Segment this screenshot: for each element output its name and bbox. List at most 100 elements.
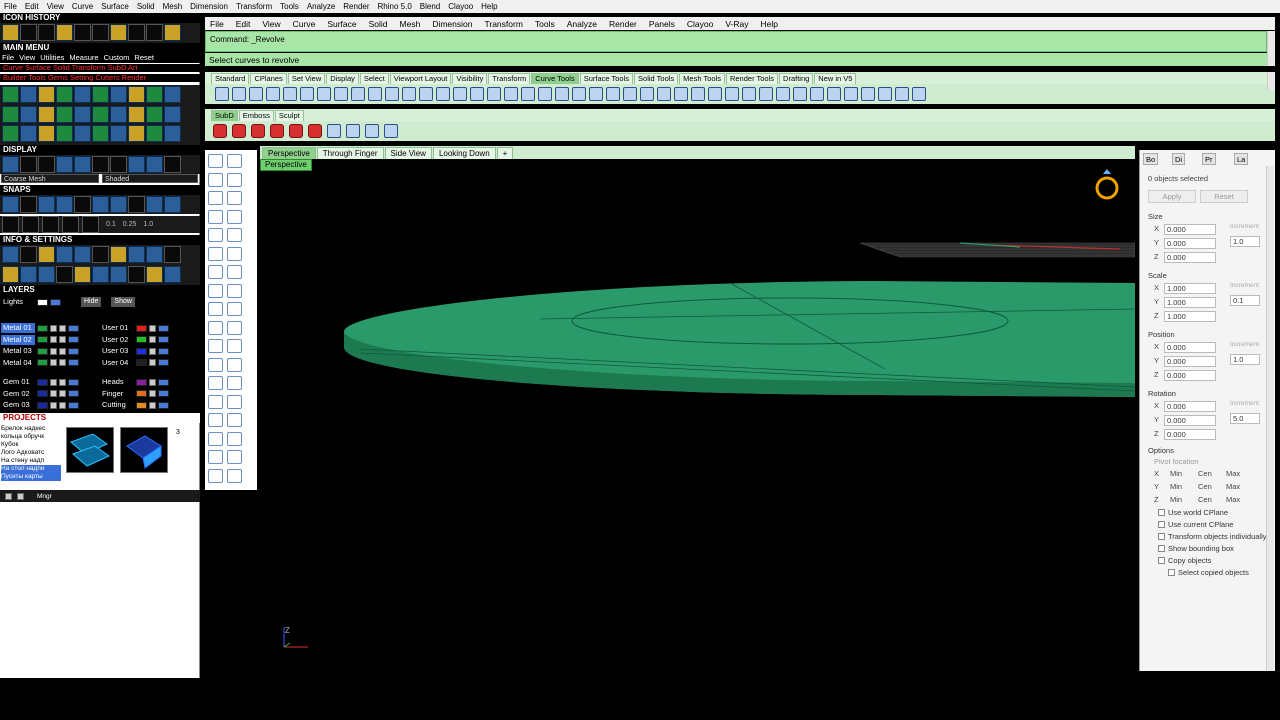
info-tool-icon[interactable] bbox=[146, 265, 163, 283]
main-tool-icon[interactable] bbox=[38, 86, 55, 103]
up-project-icon[interactable] bbox=[17, 492, 24, 500]
left-menu-view[interactable]: View bbox=[19, 53, 35, 63]
option-checkbox[interactable]: Show bounding box bbox=[1158, 544, 1234, 553]
display-mode-right[interactable]: Shaded bbox=[102, 174, 198, 183]
curve-tool-icon[interactable] bbox=[521, 87, 535, 101]
info-tool-icon[interactable] bbox=[110, 265, 127, 283]
snap-tool-icon[interactable] bbox=[38, 196, 55, 213]
tab-set-view[interactable]: Set View bbox=[287, 73, 326, 84]
snap-tool-icon[interactable] bbox=[128, 196, 145, 213]
drawing-tool-icon[interactable] bbox=[208, 209, 223, 224]
snap-value-2[interactable]: 0.25 bbox=[123, 221, 137, 228]
pivot-max-radio[interactable]: Max bbox=[1226, 469, 1240, 478]
tab-standard[interactable]: Standard bbox=[211, 73, 250, 84]
main-tool-icon[interactable] bbox=[92, 86, 109, 103]
curve-tool-icon[interactable] bbox=[232, 87, 246, 101]
display-tool-icon[interactable] bbox=[20, 156, 37, 173]
pivot-min-radio[interactable]: Min bbox=[1170, 469, 1182, 478]
drawing-tool-icon[interactable] bbox=[227, 172, 242, 187]
main-tool-icon[interactable] bbox=[56, 105, 73, 123]
snap-tool-icon[interactable] bbox=[2, 196, 19, 213]
snap-value-3[interactable]: 1.0 bbox=[143, 221, 153, 228]
snap-grid-icon[interactable] bbox=[2, 216, 19, 233]
pivot-cen-radio[interactable]: Cen bbox=[1198, 469, 1212, 478]
drawing-tool-icon[interactable] bbox=[208, 246, 223, 261]
drawing-tool-icon[interactable] bbox=[208, 154, 223, 168]
curve-tool-icon[interactable] bbox=[657, 87, 671, 101]
info-tool-icon[interactable] bbox=[92, 246, 109, 263]
display-tool-icon[interactable] bbox=[110, 156, 127, 173]
layer-color-swatch[interactable] bbox=[37, 390, 48, 397]
layer-row[interactable]: Finger bbox=[100, 389, 169, 399]
pivot-min-radio[interactable]: Min bbox=[1170, 495, 1182, 504]
tab-new-in-v5[interactable]: New in V5 bbox=[814, 73, 857, 84]
menu-surface[interactable]: Surface bbox=[327, 19, 356, 29]
tab-transform[interactable]: Transform bbox=[488, 73, 531, 84]
drawing-tool-icon[interactable] bbox=[227, 246, 242, 261]
main-tool-icon[interactable] bbox=[74, 105, 91, 123]
layer-color-swatch[interactable] bbox=[136, 390, 147, 397]
snap-tool-icon[interactable] bbox=[164, 196, 181, 213]
curve-tool-icon[interactable] bbox=[810, 87, 824, 101]
tab-solid-tools[interactable]: Solid Tools bbox=[634, 73, 679, 84]
drawing-tool-icon[interactable] bbox=[208, 468, 223, 483]
layer-lock-icon[interactable] bbox=[59, 378, 66, 386]
viewport-tab-through-finger[interactable]: Through Finger bbox=[316, 147, 384, 159]
viewport-tab-perspective[interactable]: Perspective bbox=[262, 147, 316, 159]
menu-panels[interactable]: Panels bbox=[649, 19, 675, 29]
layer-visible-icon[interactable] bbox=[149, 336, 156, 343]
option-checkbox[interactable]: Use current CPlane bbox=[1158, 520, 1233, 529]
rotation-y-field[interactable]: 0.000 bbox=[1164, 415, 1216, 426]
layer-name[interactable]: Metal 02 bbox=[1, 334, 35, 345]
subd-tool-icon[interactable] bbox=[384, 124, 398, 138]
info-tool-icon[interactable] bbox=[38, 246, 55, 263]
curve-tool-icon[interactable] bbox=[487, 87, 501, 101]
layer-visible-icon[interactable] bbox=[149, 378, 156, 386]
subd-tool-icon[interactable] bbox=[308, 124, 322, 138]
layer-color-swatch[interactable] bbox=[37, 347, 48, 355]
drawing-tool-icon[interactable] bbox=[227, 302, 242, 316]
layer-name[interactable]: Metal 03 bbox=[1, 346, 35, 356]
layer-lock-icon[interactable] bbox=[59, 401, 66, 409]
main-tool-icon[interactable] bbox=[92, 125, 109, 143]
tab-visibility[interactable]: Visibility bbox=[452, 73, 488, 84]
main-tool-icon[interactable] bbox=[38, 125, 55, 143]
main-tool-icon[interactable] bbox=[2, 125, 19, 143]
curve-tool-icon[interactable] bbox=[555, 87, 569, 101]
layer-row[interactable]: Metal 01 bbox=[1, 323, 79, 333]
viewport-tab-[interactable]: + bbox=[496, 147, 514, 159]
top-menu-edit[interactable]: Edit bbox=[25, 2, 39, 11]
drawing-tool-icon[interactable] bbox=[227, 394, 242, 409]
curve-tool-icon[interactable] bbox=[283, 87, 297, 101]
main-tool-icon[interactable] bbox=[2, 105, 19, 123]
viewport-tab-side-view[interactable]: Side View bbox=[384, 147, 432, 159]
layer-color-swatch[interactable] bbox=[136, 401, 147, 409]
layer-row[interactable]: Heads bbox=[100, 377, 169, 387]
drawing-tool-icon[interactable] bbox=[208, 265, 223, 279]
top-menu-blend[interactable]: Blend bbox=[420, 2, 440, 11]
curve-tool-icon[interactable] bbox=[776, 87, 790, 101]
tab-display[interactable]: Display bbox=[326, 73, 359, 84]
history-icon[interactable] bbox=[38, 24, 55, 41]
menu-file[interactable]: File bbox=[210, 19, 224, 29]
layer-row[interactable]: Cutting bbox=[100, 400, 169, 410]
layer-row[interactable]: User 03 bbox=[100, 346, 169, 356]
curve-tool-icon[interactable] bbox=[538, 87, 552, 101]
drawing-tool-icon[interactable] bbox=[227, 154, 242, 168]
curve-tool-icon[interactable] bbox=[827, 87, 841, 101]
snap-tool-icon[interactable] bbox=[74, 196, 91, 213]
main-tool-icon[interactable] bbox=[146, 105, 163, 123]
layer-visible-icon[interactable] bbox=[50, 378, 57, 386]
info-tool-icon[interactable] bbox=[2, 265, 19, 283]
drawing-tool-icon[interactable] bbox=[227, 357, 242, 372]
layer-visible-icon[interactable] bbox=[50, 347, 57, 355]
layer-lock-icon[interactable] bbox=[59, 390, 66, 397]
display-tool-icon[interactable] bbox=[74, 156, 91, 173]
info-tool-icon[interactable] bbox=[164, 265, 181, 283]
top-menu-dimension[interactable]: Dimension bbox=[190, 2, 228, 11]
menu-mesh[interactable]: Mesh bbox=[400, 19, 421, 29]
curve-tool-icon[interactable] bbox=[912, 87, 926, 101]
layer-material-icon[interactable] bbox=[158, 359, 169, 366]
top-menu-tools[interactable]: Tools bbox=[280, 2, 299, 11]
layer-row[interactable]: Metal 03 bbox=[1, 346, 79, 356]
